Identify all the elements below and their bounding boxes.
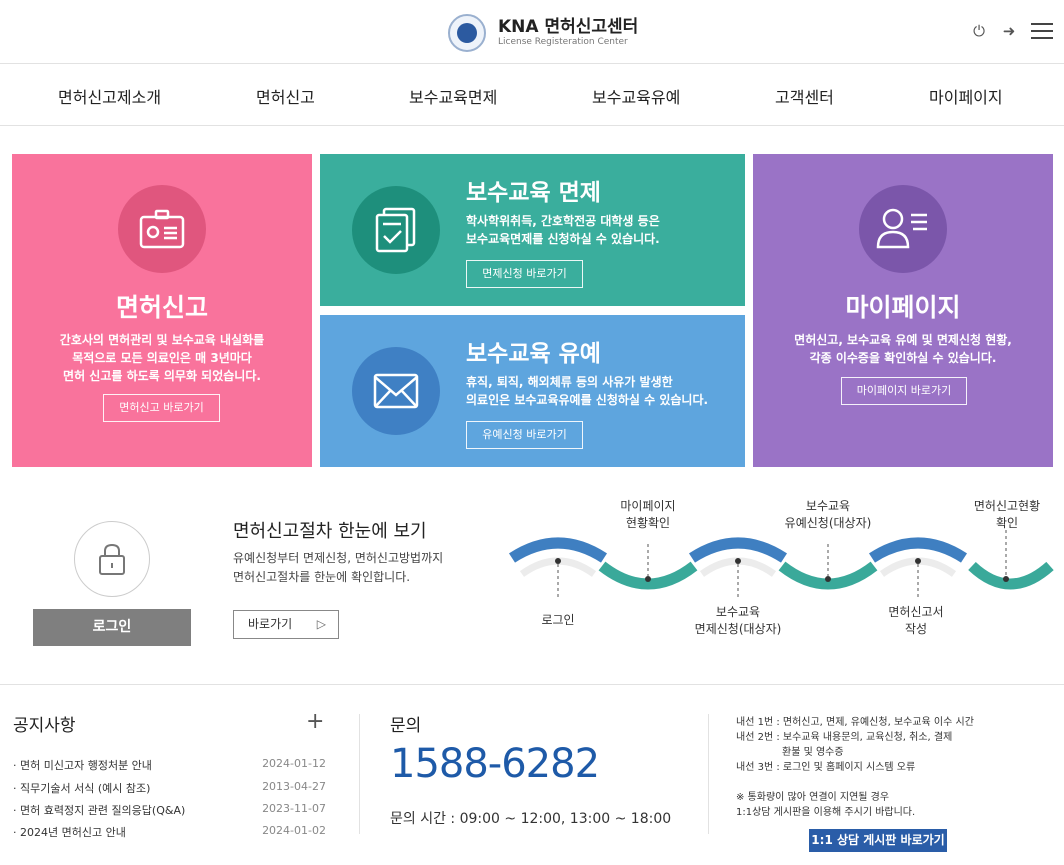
column-divider [359, 714, 360, 834]
inquiry-label: 문의 [390, 716, 422, 736]
process-desc: 유예신청부터 면제신청, 면허신고방법까지 면허신고절차를 한눈에 확인합니다. [233, 551, 444, 584]
process-go-label: 바로가기 [248, 617, 293, 631]
main-nav: 면허신고제소개 면허신고 보수교육면제 보수교육유예 고객센터 마이페이지 [0, 64, 1064, 126]
extension-notes: ※ 통화량이 많아 연결이 지연될 경우 1:1상담 게시판을 이용해 주시기 … [736, 792, 916, 818]
nav-mypage[interactable]: 마이페이지 [929, 84, 1003, 108]
deferral-card-title: 보수교육 유예 [466, 341, 601, 367]
step-deferral-apply: 보수교육 유예신청(대상자) [784, 499, 872, 530]
power-icon[interactable]: ⏻ [970, 22, 988, 40]
site-logo[interactable]: KNA 면허신고센터 License Registeration Center [448, 14, 638, 52]
license-shortcut-button[interactable]: 면허신고 바로가기 [103, 394, 220, 422]
step-login: 로그인 [541, 613, 575, 627]
lock-icon [74, 521, 150, 597]
logo-title: KNA 면허신고센터 [498, 16, 639, 37]
nav-customer-center[interactable]: 고객센터 [775, 84, 834, 108]
arrow-right-icon: ▷ [316, 617, 326, 631]
column-divider [708, 714, 709, 834]
nav-education-exemption[interactable]: 보수교육면제 [409, 84, 497, 108]
nav-education-deferral[interactable]: 보수교육유예 [592, 84, 680, 108]
notice-item[interactable]: · 면허 효력정지 관련 질의응답(Q&A) 2023-11-07 [13, 802, 326, 818]
user-profile-icon [859, 185, 947, 273]
notice-item-date: 2023-11-07 [262, 802, 326, 815]
license-card-desc: 간호사의 면허관리 및 보수교육 내실화를 목적으로 모든 의료인은 매 3년마… [59, 333, 265, 383]
hamburger-menu-icon[interactable] [1031, 23, 1053, 39]
nav-license-report[interactable]: 면허신고 [256, 84, 315, 108]
notice-item-title: · 면허 미신고자 행정처분 안내 [13, 759, 152, 772]
notice-item-date: 2024-01-02 [262, 824, 326, 837]
mypage-shortcut-button[interactable]: 마이페이지 바로가기 [841, 377, 967, 405]
exemption-card: 보수교육 면제 학사학위취득, 간호학전공 대학생 등은 보수교육면제를 신청하… [320, 154, 745, 306]
document-check-icon [352, 186, 440, 274]
envelope-icon [352, 347, 440, 435]
exemption-card-title: 보수교육 면제 [466, 180, 601, 206]
notice-item[interactable]: · 2024년 면허신고 안내 2024-01-02 [13, 824, 326, 840]
notice-title: 공지사항 [13, 716, 76, 736]
deferral-shortcut-button[interactable]: 유예신청 바로가기 [466, 421, 583, 449]
license-card-title: 면허신고 [115, 293, 208, 322]
notice-item-date: 2024-01-12 [262, 757, 326, 770]
notice-item-title: · 직무기술서 서식 (예시 참조) [13, 782, 151, 795]
notice-item-title: · 면허 효력정지 관련 질의응답(Q&A) [13, 804, 186, 817]
logo-subtitle: License Registeration Center [498, 37, 628, 48]
section-divider [0, 684, 1064, 685]
logout-icon[interactable]: ➜ [1000, 22, 1018, 40]
notice-item-date: 2013-04-27 [262, 780, 326, 793]
exemption-card-desc: 학사학위취득, 간호학전공 대학생 등은 보수교육면제를 신청하실 수 있습니다… [466, 214, 660, 246]
notice-item[interactable]: · 면허 미신고자 행정처분 안내 2024-01-12 [13, 757, 326, 773]
step-mypage-status: 마이페이지 현황확인 [620, 499, 676, 530]
process-title: 면허신고절차 한눈에 보기 [233, 521, 427, 542]
notice-item[interactable]: · 직무기술서 서식 (예시 참조) 2013-04-27 [13, 780, 326, 796]
extension-info: 내선 1번 : 면허신고, 면제, 유예신청, 보수교육 이수 시간 내선 2번… [736, 717, 974, 773]
step-license-form: 면허신고서 작성 [888, 605, 944, 636]
step-exemption-apply: 보수교육 면제신청(대상자) [694, 605, 782, 636]
inquiry-phone: 1588-6282 [390, 741, 600, 787]
login-button[interactable]: 로그인 [33, 609, 191, 646]
mypage-card-desc: 면허신고, 보수교육 유예 및 면제신청 현황, 각종 이수증을 확인하실 수 … [794, 333, 1012, 365]
deferral-card-desc: 휴직, 퇴직, 해외체류 등의 사유가 발생한 의료인은 보수교육유예를 신청하… [466, 375, 709, 407]
nav-license-intro[interactable]: 면허신고제소개 [58, 84, 161, 108]
inquiry-hours: 문의 시간 : 09:00 ~ 12:00, 13:00 ~ 18:00 [390, 811, 672, 827]
license-card: 면허신고 간호사의 면허관리 및 보수교육 내실화를 목적으로 모든 의료인은 … [12, 154, 312, 467]
notice-item-title: · 2024년 면허신고 안내 [13, 826, 126, 839]
plus-icon[interactable]: + [306, 709, 324, 734]
deferral-card: 보수교육 유예 휴직, 퇴직, 해외체류 등의 사유가 발생한 의료인은 보수교… [320, 315, 745, 467]
exemption-shortcut-button[interactable]: 면제신청 바로가기 [466, 260, 583, 288]
counsel-board-button[interactable]: 1:1 상담 게시판 바로가기 [809, 829, 947, 852]
header: KNA 면허신고센터 License Registeration Center … [0, 0, 1064, 64]
kna-emblem-icon [448, 14, 486, 52]
mypage-card: 마이페이지 면허신고, 보수교육 유예 및 면제신청 현황, 각종 이수증을 확… [753, 154, 1053, 467]
id-card-icon [118, 185, 206, 273]
step-license-status: 면허신고현황 확인 [973, 499, 1041, 530]
process-go-button[interactable]: 바로가기 ▷ [233, 610, 339, 639]
mypage-card-title: 마이페이지 [845, 293, 961, 322]
